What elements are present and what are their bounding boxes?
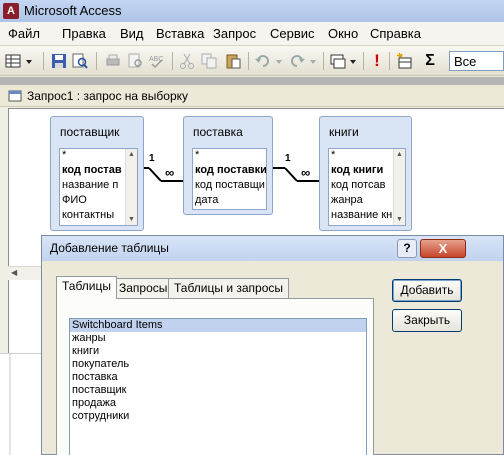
list-item[interactable]: продажа	[70, 397, 366, 410]
toolbar-divider	[248, 52, 249, 70]
menu-edit[interactable]: Правка	[62, 26, 106, 41]
toolbar-divider	[363, 52, 364, 70]
totals-sigma-icon[interactable]: Σ	[421, 52, 439, 70]
top-values-combo[interactable]: Все	[449, 51, 504, 71]
menu-view[interactable]: Вид	[120, 26, 144, 41]
dialog-titlebar: Добавление таблицы ? X	[42, 236, 503, 261]
menu-bar: Файл Правка Вид Вставка Запрос Сервис Ок…	[0, 22, 504, 46]
menu-insert[interactable]: Вставка	[156, 26, 204, 41]
menu-help[interactable]: Справка	[370, 26, 421, 41]
mdi-background	[0, 77, 504, 85]
field-list-scrollbar[interactable]: ▲ ▼	[125, 149, 137, 225]
chevron-down-icon[interactable]	[274, 52, 284, 70]
show-table-icon[interactable]	[396, 52, 414, 70]
query-icon	[8, 90, 22, 102]
help-button[interactable]: ?	[397, 239, 417, 258]
access-key-icon: A	[3, 3, 19, 19]
toolbar-divider	[172, 52, 173, 70]
table-postavshik[interactable]: поставщик * код постав название п ФИО ко…	[50, 116, 144, 231]
toolbar-divider	[96, 52, 97, 70]
table-postavka[interactable]: поставка * код поставки код поставщи дат…	[183, 116, 273, 215]
undo-icon[interactable]	[254, 52, 272, 70]
search-icon[interactable]	[71, 52, 89, 70]
query-type-icon[interactable]	[329, 52, 347, 70]
scroll-up-icon[interactable]: ▲	[396, 151, 403, 158]
toolbar: ABC ! Σ Все	[0, 46, 504, 76]
relationship-line	[273, 167, 321, 182]
list-item[interactable]: поставщик	[70, 384, 366, 397]
list-item[interactable]: покупатель	[70, 358, 366, 371]
save-icon[interactable]	[50, 52, 68, 70]
spelling-icon[interactable]: ABC	[148, 52, 166, 70]
add-button[interactable]: Добавить	[392, 279, 462, 302]
tab-tables-and-queries[interactable]: Таблицы и запросы	[168, 278, 290, 298]
tab-tables[interactable]: Таблицы	[56, 276, 118, 299]
relationship-line	[137, 167, 185, 182]
tab-queries[interactable]: Запросы	[113, 278, 174, 298]
list-item-selected[interactable]: Switchboard Items	[70, 319, 366, 332]
list-item[interactable]: жанры	[70, 332, 366, 345]
toolbar-divider	[323, 52, 324, 70]
view-datasheet-icon[interactable]	[4, 52, 22, 70]
toolbar-divider	[389, 52, 390, 70]
scroll-down-icon[interactable]: ▼	[396, 216, 403, 223]
field-list[interactable]: * код книги код потсав жанра название кн…	[328, 148, 406, 226]
query-window-titlebar: Запрос1 : запрос на выборку	[0, 85, 504, 107]
cut-icon[interactable]	[178, 52, 196, 70]
chevron-down-icon[interactable]	[24, 52, 34, 70]
field-list[interactable]: * код постав название п ФИО контактны ▲ …	[59, 148, 138, 226]
close-button[interactable]: Закрыть	[392, 309, 462, 332]
table-listbox[interactable]: Switchboard Items жанры книги покупатель…	[69, 318, 367, 455]
add-table-dialog: Добавление таблицы ? X Таблицы Запросы Т…	[41, 235, 504, 455]
run-icon[interactable]: !	[368, 52, 386, 70]
scroll-left-icon[interactable]: ◀	[11, 268, 17, 277]
toolbar-divider	[43, 52, 44, 70]
menu-tools[interactable]: Сервис	[270, 26, 315, 41]
field-list-scrollbar[interactable]: ▲ ▼	[393, 149, 405, 225]
tab-panel: Switchboard Items жанры книги покупатель…	[56, 298, 374, 455]
copy-icon[interactable]	[200, 52, 218, 70]
scroll-down-icon[interactable]: ▼	[128, 216, 135, 223]
relationship-many-label: ∞	[301, 165, 311, 180]
field-list[interactable]: * код поставки код поставщи дата	[192, 148, 267, 210]
field-item[interactable]: дата	[193, 194, 266, 209]
relationship-one-label: 1	[149, 153, 155, 164]
print-icon[interactable]	[104, 52, 122, 70]
paste-icon[interactable]	[224, 52, 242, 70]
list-item[interactable]: сотрудники	[70, 410, 366, 423]
print-preview-icon[interactable]	[126, 52, 144, 70]
relationship-one-label: 1	[285, 153, 291, 164]
table-caption: поставщик	[60, 125, 120, 139]
app-titlebar: A Microsoft Access	[0, 0, 504, 22]
list-item[interactable]: книги	[70, 345, 366, 358]
field-item[interactable]: код поставщи	[193, 179, 266, 194]
field-item-key[interactable]: код поставки	[193, 164, 266, 179]
menu-file[interactable]: Файл	[8, 26, 40, 41]
redo-icon[interactable]	[288, 52, 306, 70]
menu-query[interactable]: Запрос	[213, 26, 256, 41]
app-title: Microsoft Access	[24, 3, 122, 18]
chevron-down-icon[interactable]	[348, 52, 358, 70]
list-item[interactable]: поставка	[70, 371, 366, 384]
field-item[interactable]: *	[193, 149, 266, 164]
svg-text:ABC: ABC	[149, 56, 163, 63]
menu-window[interactable]: Окно	[328, 26, 358, 41]
dialog-title: Добавление таблицы	[50, 241, 169, 255]
relationship-many-label: ∞	[165, 165, 175, 180]
close-icon[interactable]: X	[420, 239, 466, 258]
chevron-down-icon[interactable]	[308, 52, 318, 70]
table-caption: поставка	[193, 125, 243, 139]
scroll-up-icon[interactable]: ▲	[128, 151, 135, 158]
table-knigi[interactable]: книги * код книги код потсав жанра назва…	[319, 116, 412, 231]
table-caption: книги	[329, 125, 359, 139]
query-window-title: Запрос1 : запрос на выборку	[27, 89, 189, 103]
